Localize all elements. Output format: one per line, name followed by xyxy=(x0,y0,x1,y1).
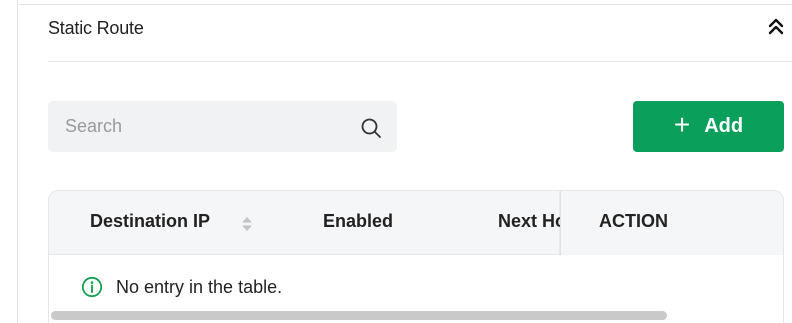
panel-border xyxy=(17,0,18,323)
info-circle-icon xyxy=(81,276,103,298)
add-button[interactable]: + Add xyxy=(633,101,784,152)
double-chevron-up-icon[interactable] xyxy=(766,16,786,38)
action-column-header-bg xyxy=(561,191,783,255)
section-title: Static Route xyxy=(48,18,144,38)
column-header-destination-ip[interactable]: Destination IP xyxy=(90,211,210,232)
search-box[interactable] xyxy=(48,101,397,152)
empty-message: No entry in the table. xyxy=(116,276,283,297)
search-input[interactable] xyxy=(48,101,348,152)
header-divider xyxy=(48,61,792,62)
horizontal-scrollbar[interactable] xyxy=(49,309,783,323)
add-button-label: Add xyxy=(704,115,744,137)
search-icon[interactable] xyxy=(359,116,383,140)
panel-border-top xyxy=(17,4,792,5)
table-header: Destination IP Enabled Next Hop ACTION xyxy=(49,191,783,255)
sort-icon[interactable] xyxy=(241,215,253,233)
empty-state: No entry in the table. xyxy=(81,275,282,299)
section-header[interactable]: Static Route xyxy=(48,12,792,46)
scrollbar-thumb[interactable] xyxy=(51,311,667,320)
column-header-next-hop: Next Hop xyxy=(498,211,560,231)
column-header-enabled: Enabled xyxy=(323,211,394,231)
column-header-action: ACTION xyxy=(599,211,668,231)
plus-icon: + xyxy=(673,109,691,140)
static-route-table: Destination IP Enabled Next Hop ACTION N… xyxy=(48,190,784,323)
